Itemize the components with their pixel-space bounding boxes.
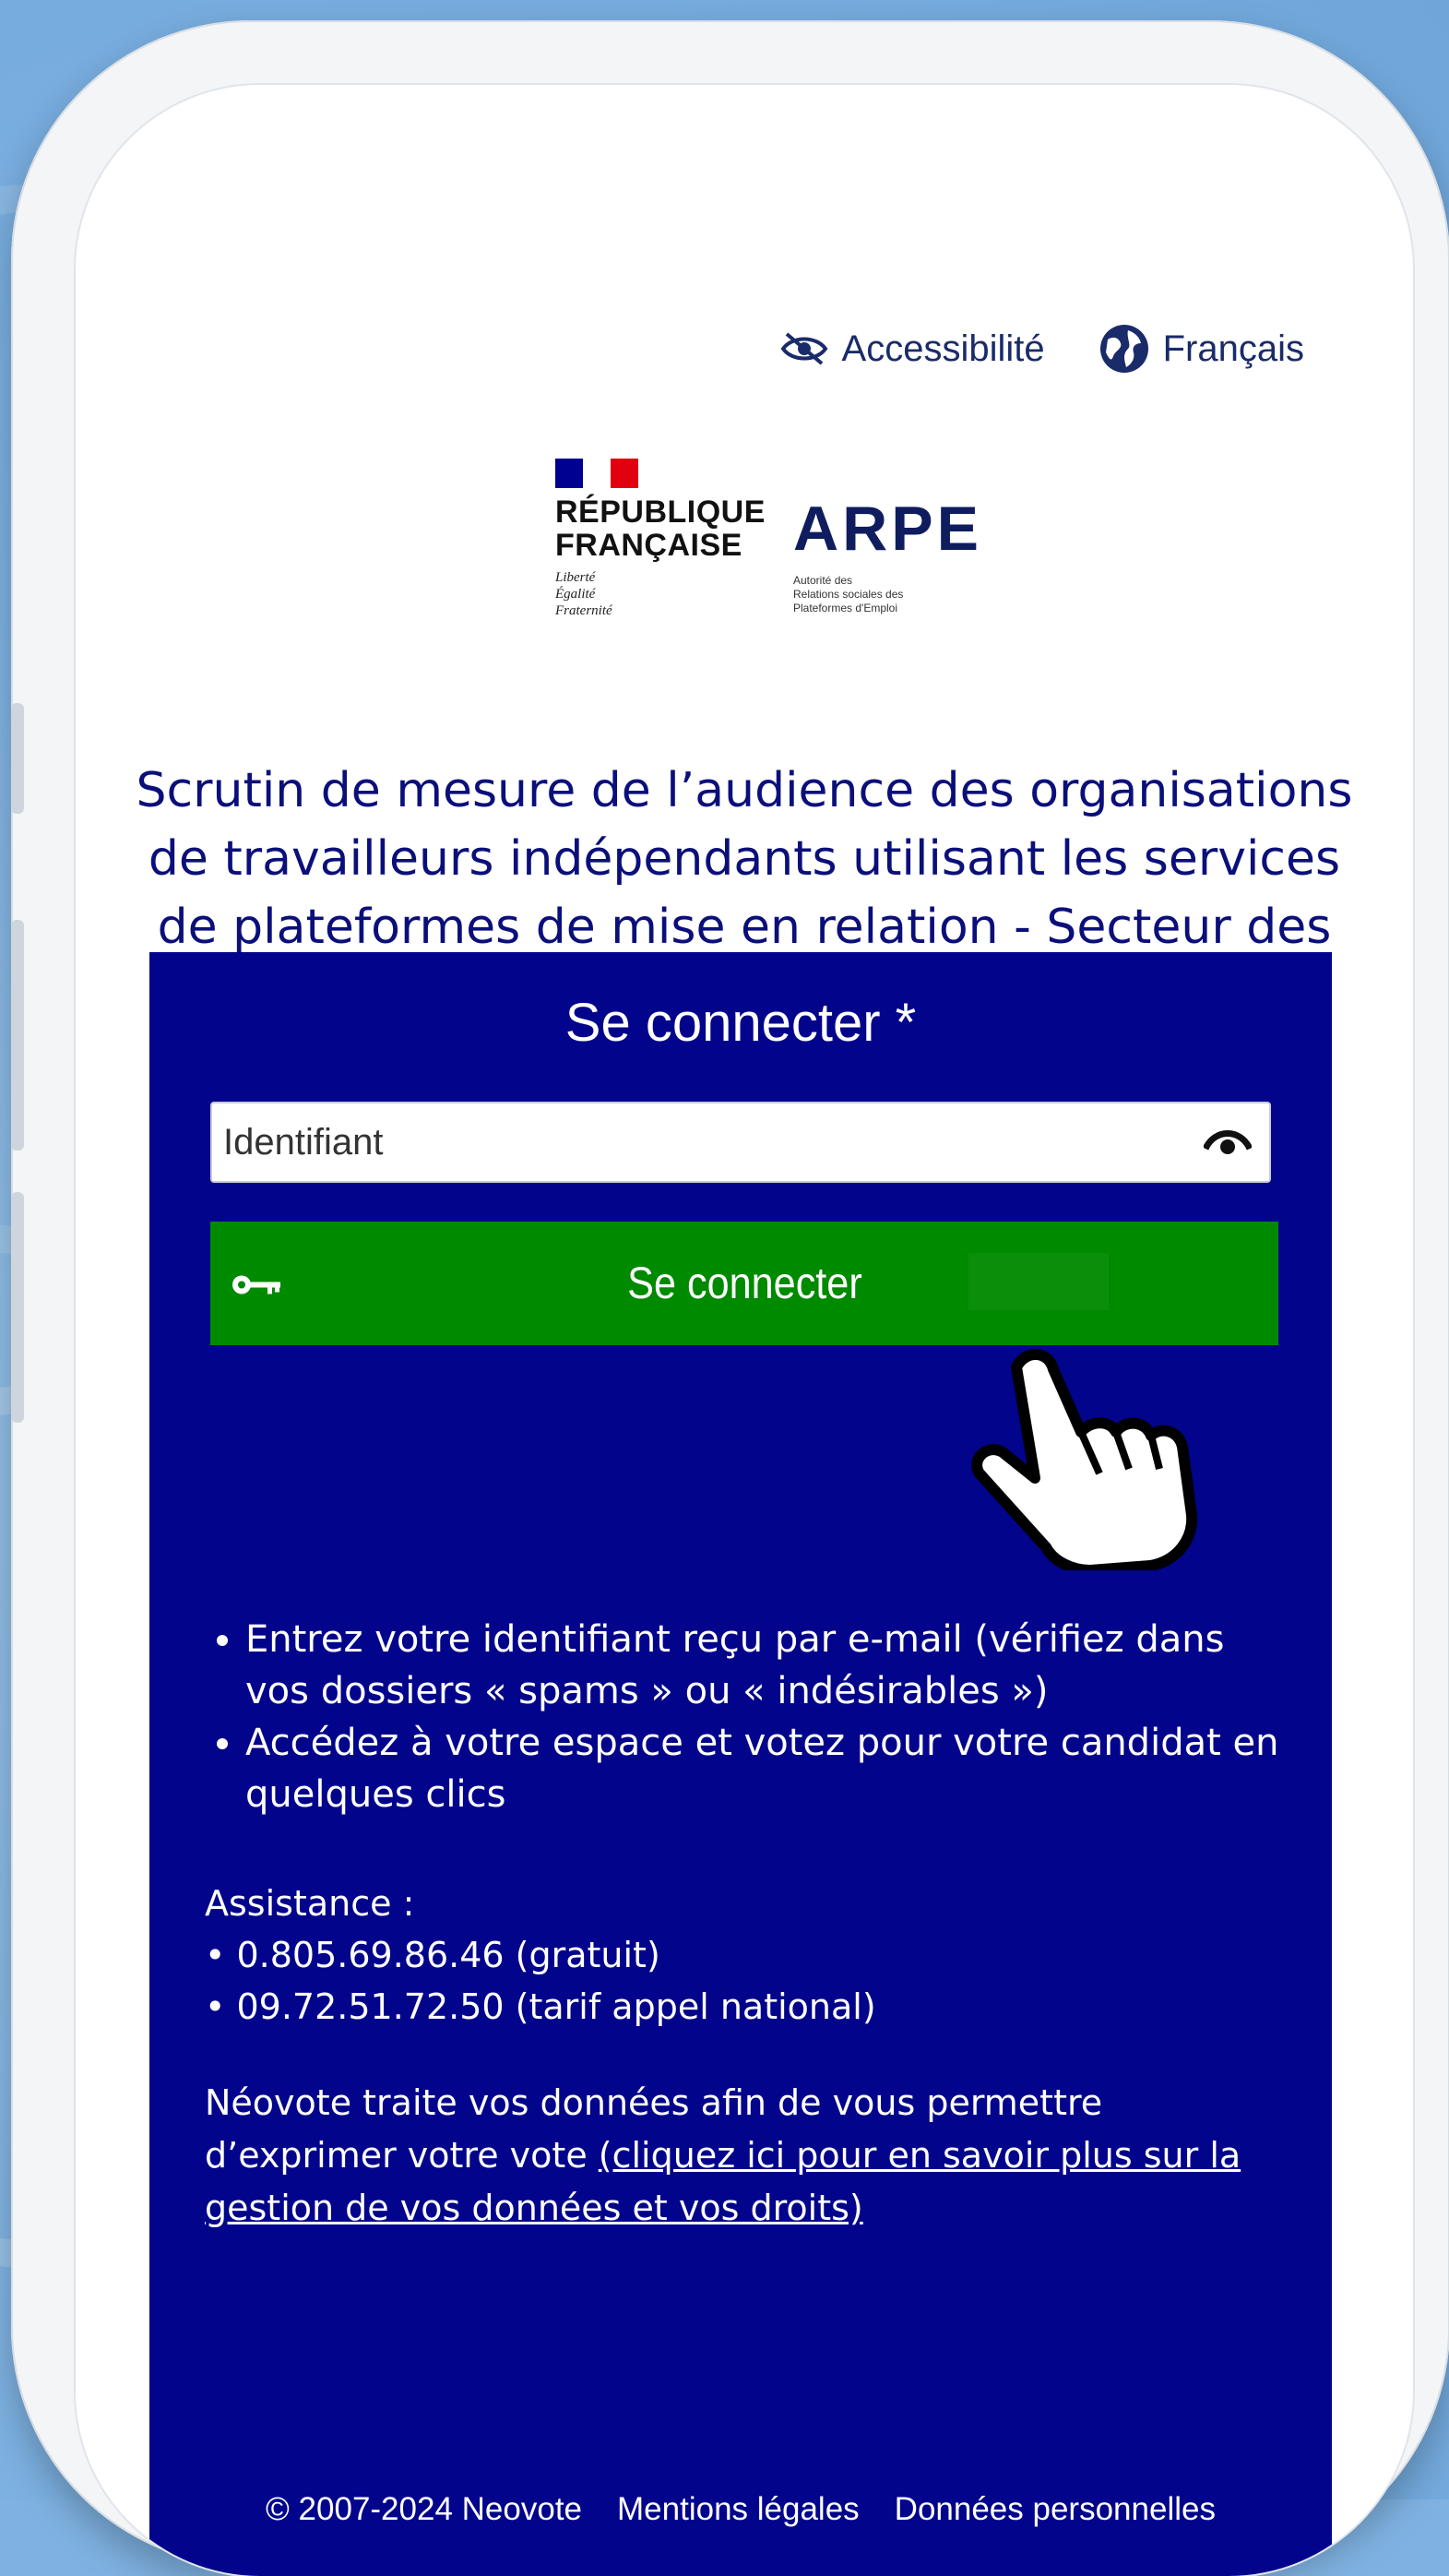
accessibility-label: Accessibilité	[841, 328, 1045, 369]
privacy-notice: Néovote traite vos données afin de vous …	[205, 2077, 1275, 2235]
arpe-sub-3: Plateformes d'Emploi	[793, 602, 898, 614]
footer: © 2007-2024 Neovote Mentions légales Don…	[149, 2491, 1332, 2528]
footer-copyright: © 2007-2024 Neovote	[266, 2491, 583, 2527]
eye-off-icon	[779, 330, 829, 367]
republique-line-2: FRANÇAISE	[555, 528, 742, 563]
language-label: Français	[1162, 328, 1304, 369]
motto-fraternite: Fraternité	[555, 603, 612, 618]
logos: RÉPUBLIQUE FRANÇAISE Liberté Égalité Fra…	[555, 459, 982, 619]
language-selector[interactable]: Français	[1099, 323, 1304, 375]
instruction-item: Accédez à votre espace et votez pour vot…	[245, 1717, 1297, 1820]
accessibility-link[interactable]: Accessibilité	[779, 328, 1045, 370]
key-icon	[231, 1258, 282, 1309]
phone-side-button	[11, 920, 24, 1151]
instruction-item: Entrez votre identifiant reçu par e-mail…	[245, 1614, 1297, 1717]
eye-icon	[1202, 1125, 1253, 1161]
french-flag-icon	[555, 459, 638, 488]
show-identifier-button[interactable]	[1186, 1103, 1269, 1181]
arpe-wordmark: ARPE	[793, 494, 982, 564]
arpe-logo: ARPE Autorité des Relations sociales des…	[793, 494, 982, 619]
phone-screen: Accessibilité Français RÉPUBLIQUE FRANÇA…	[76, 85, 1413, 2576]
motto-egalite: Égalité	[555, 587, 596, 602]
globe-icon	[1099, 323, 1150, 375]
identifier-field	[210, 1102, 1271, 1183]
republique-francaise-logo: RÉPUBLIQUE FRANÇAISE Liberté Égalité Fra…	[555, 459, 766, 619]
personal-data-link[interactable]: Données personnelles	[895, 2491, 1216, 2528]
assistance-label: Assistance :	[205, 1883, 415, 1924]
assistance-phone-free: • 0.805.69.86.46 (gratuit)	[205, 1935, 660, 1975]
republique-line-1: RÉPUBLIQUE	[555, 495, 766, 530]
legal-notice-link[interactable]: Mentions légales	[617, 2491, 860, 2528]
arpe-sub-1: Autorité des	[793, 574, 853, 587]
top-links: Accessibilité Français	[779, 323, 1304, 375]
button-highlight	[968, 1253, 1109, 1310]
assistance-phone-national: • 09.72.51.72.50 (tarif appel national)	[205, 1986, 876, 2027]
login-heading: Se connecter *	[564, 993, 917, 1053]
identifier-input[interactable]	[212, 1103, 1186, 1181]
hand-pointer-icon	[961, 1340, 1210, 1576]
motto-liberte: Liberté	[555, 570, 596, 585]
phone-frame: Accessibilité Français RÉPUBLIQUE FRANÇA…	[11, 20, 1449, 2576]
login-panel: Se connecter * Identifiant Se connecter …	[149, 952, 1332, 2576]
arpe-sub-2: Relations sociales des	[793, 588, 904, 601]
phone-side-button	[11, 703, 24, 814]
login-button[interactable]: Se connecter	[210, 1222, 1278, 1345]
instructions-list: Entrez votre identifiant reçu par e-mail…	[205, 1614, 1297, 1820]
assistance-block: Assistance : • 0.805.69.86.46 (gratuit) …	[205, 1878, 876, 2033]
login-button-label: Se connecter	[626, 1258, 862, 1308]
phone-side-button	[11, 1192, 24, 1423]
